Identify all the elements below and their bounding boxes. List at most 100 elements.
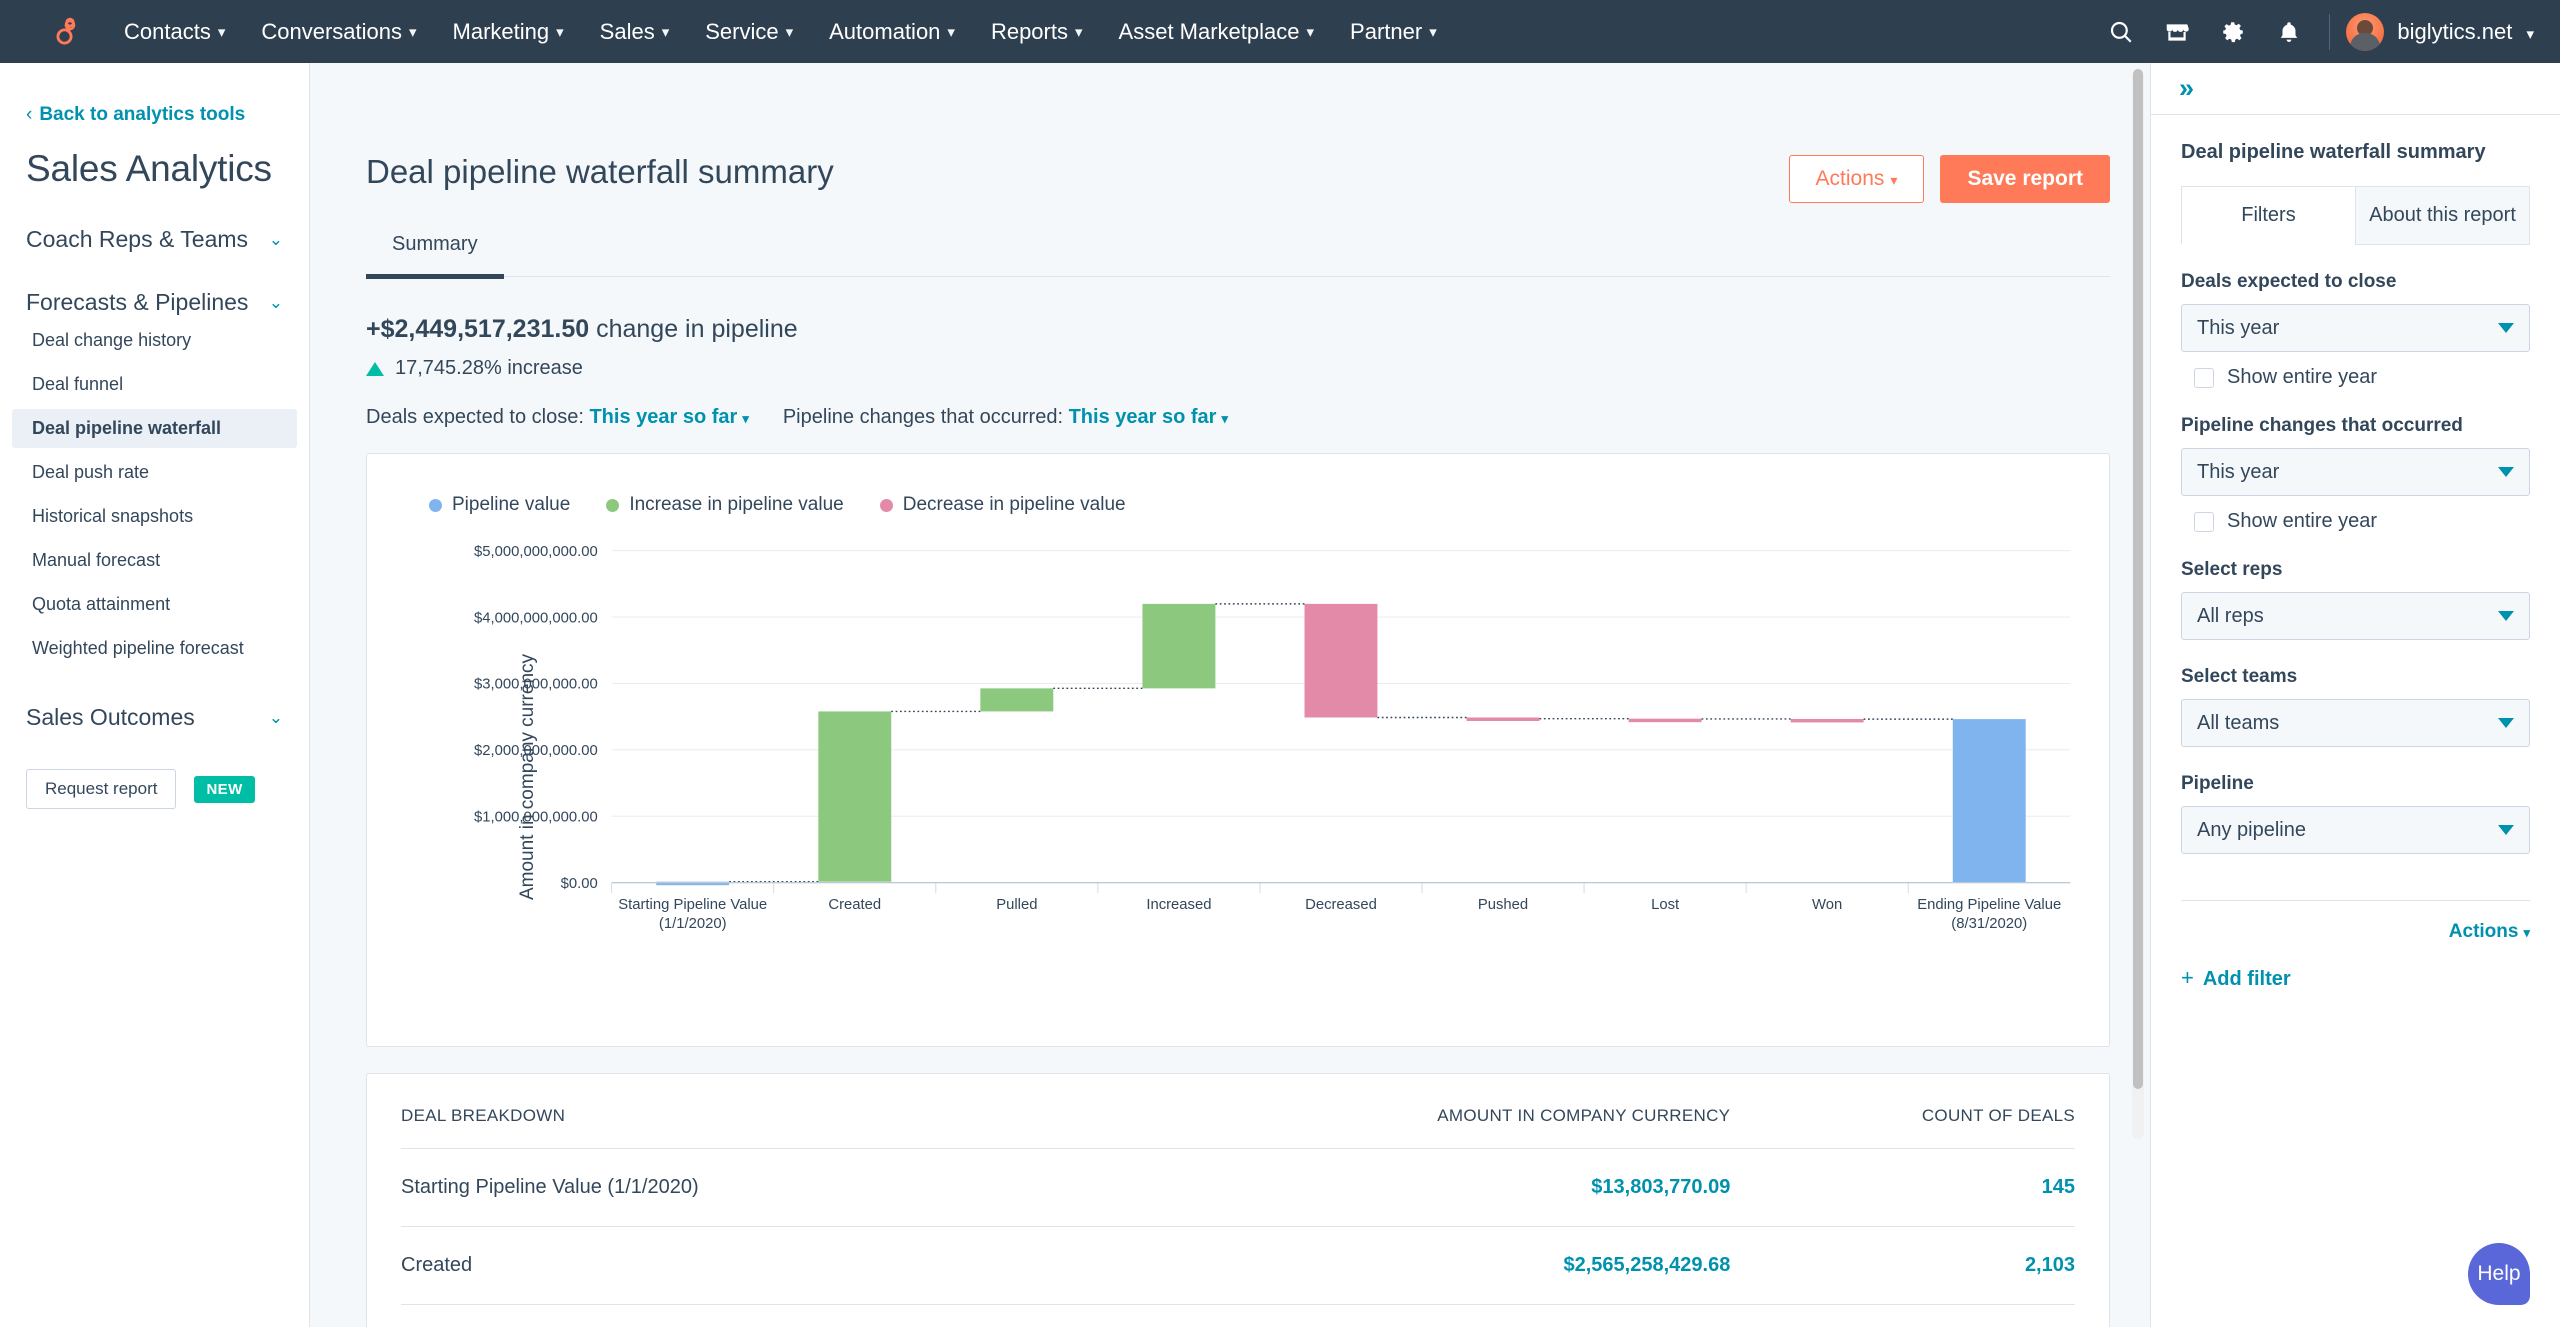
filter-group-pipeline-changes: Pipeline changes that occurred This year… (2181, 415, 2530, 533)
x-axis-tick-label: Starting Pipeline Value (618, 897, 767, 913)
actions-button[interactable]: Actions▾ (1789, 155, 1925, 203)
caret-down-icon (2498, 718, 2514, 728)
tab-filters[interactable]: Filters (2181, 186, 2355, 245)
column-header-deal-breakdown[interactable]: DEAL BREAKDOWN (401, 1074, 1071, 1149)
chart-bar-1[interactable] (818, 711, 891, 881)
back-to-analytics-tools-link[interactable]: ‹ Back to analytics tools (26, 104, 283, 126)
main-scrollbar[interactable] (2132, 69, 2144, 1139)
chart-bar-6[interactable] (1629, 719, 1702, 722)
legend-item-decrease[interactable]: Decrease in pipeline value (880, 494, 1126, 516)
checkbox-icon[interactable] (2194, 512, 2214, 532)
sidebar-item-quota-attainment[interactable]: Quota attainment (12, 585, 297, 624)
waterfall-chart-svg[interactable]: $0.00$1,000,000,000.00$2,000,000,000.00$… (437, 542, 2079, 953)
nav-item-marketing[interactable]: Marketing ▾ (435, 0, 582, 63)
double-chevron-right-icon[interactable]: » (2179, 75, 2194, 102)
cell-count[interactable]: 121 (1730, 1305, 2075, 1327)
show-entire-year-checkbox-row-1[interactable]: Show entire year (2181, 366, 2530, 389)
table-row: Pulled$347,763,214.05121 (401, 1305, 2075, 1327)
hubspot-logo-icon[interactable] (44, 12, 84, 52)
nav-item-service[interactable]: Service ▾ (687, 0, 811, 63)
sidebar-item-historical-snapshots[interactable]: Historical snapshots (12, 497, 297, 536)
cell-amount[interactable]: $2,565,258,429.68 (1071, 1227, 1731, 1305)
chevron-down-icon: ⌄ (269, 231, 283, 248)
nav-item-conversations[interactable]: Conversations ▾ (243, 0, 434, 63)
nav-item-partner[interactable]: Partner ▾ (1332, 0, 1455, 63)
checkbox-label: Show entire year (2227, 510, 2377, 533)
top-navigation-bar: Contacts ▾ Conversations ▾ Marketing ▾ S… (0, 0, 2560, 63)
app-shell: ‹ Back to analytics tools Sales Analytic… (0, 63, 2560, 1327)
sidebar-item-manual-forecast[interactable]: Manual forecast (12, 541, 297, 580)
pipeline-changes-select[interactable]: This year (2181, 448, 2530, 496)
right-filters-panel: » Deal pipeline waterfall summary Filter… (2150, 63, 2560, 1327)
tab-about-this-report[interactable]: About this report (2355, 186, 2530, 245)
show-entire-year-checkbox-row-2[interactable]: Show entire year (2181, 510, 2530, 533)
inline-filter-value[interactable]: This year so far▾ (1069, 406, 1228, 428)
account-menu[interactable]: biglytics.net ▾ (2397, 19, 2534, 45)
filter-group-pipeline: Pipeline Any pipeline (2181, 773, 2530, 854)
checkbox-label: Show entire year (2227, 366, 2377, 389)
sidebar-item-deal-pipeline-waterfall[interactable]: Deal pipeline waterfall (12, 409, 297, 448)
chart-bar-5[interactable] (1467, 717, 1540, 720)
chart-bar-7[interactable] (1791, 719, 1864, 722)
column-header-amount[interactable]: AMOUNT IN COMPANY CURRENCY (1071, 1074, 1731, 1149)
notifications-bell-icon[interactable] (2261, 0, 2317, 63)
chart-bar-3[interactable] (1142, 604, 1215, 688)
panel-actions-row: Actions▾ (2181, 921, 2530, 943)
panel-actions-button[interactable]: Actions▾ (2449, 921, 2530, 942)
request-report-button[interactable]: Request report (26, 769, 176, 809)
search-icon[interactable] (2093, 0, 2149, 63)
nav-item-sales[interactable]: Sales ▾ (582, 0, 688, 63)
chart-bar-4[interactable] (1305, 604, 1378, 718)
table-row: Starting Pipeline Value (1/1/2020)$13,80… (401, 1149, 2075, 1227)
sidebar-item-deal-funnel[interactable]: Deal funnel (12, 365, 297, 404)
select-reps-select[interactable]: All reps (2181, 592, 2530, 640)
sidebar-item-label: Historical snapshots (32, 506, 193, 526)
sidebar-item-deal-push-rate[interactable]: Deal push rate (12, 453, 297, 492)
cell-count[interactable]: 2,103 (1730, 1227, 2075, 1305)
chart-bar-2[interactable] (980, 688, 1053, 711)
inline-filter-value[interactable]: This year so far▾ (589, 406, 748, 428)
cell-amount[interactable]: $347,763,214.05 (1071, 1305, 1731, 1327)
main-scrollbar-thumb[interactable] (2133, 69, 2143, 1089)
save-report-button[interactable]: Save report (1940, 155, 2110, 203)
sidebar-section-sales-outcomes[interactable]: Sales Outcomes ⌄ (26, 704, 283, 731)
panel-actions-label: Actions (2449, 921, 2519, 942)
select-teams-select[interactable]: All teams (2181, 699, 2530, 747)
sidebar-item-weighted-pipeline-forecast[interactable]: Weighted pipeline forecast (12, 629, 297, 668)
report-tabs: Summary (366, 233, 2110, 277)
cell-amount[interactable]: $13,803,770.09 (1071, 1149, 1731, 1227)
main-content: Deal pipeline waterfall summary Actions▾… (310, 63, 2150, 1327)
marketplace-icon[interactable] (2149, 0, 2205, 63)
x-axis-tick-label: Decreased (1305, 897, 1377, 913)
deals-expected-to-close-select[interactable]: This year (2181, 304, 2530, 352)
checkbox-icon[interactable] (2194, 368, 2214, 388)
cell-count[interactable]: 145 (1730, 1149, 2075, 1227)
x-axis-tick-label: (1/1/2020) (659, 916, 727, 932)
legend-item-increase[interactable]: Increase in pipeline value (606, 494, 843, 516)
help-button[interactable]: Help (2468, 1243, 2530, 1305)
sidebar-item-deal-change-history[interactable]: Deal change history (12, 321, 297, 360)
caret-down-icon (2498, 825, 2514, 835)
table-row: Created$2,565,258,429.682,103 (401, 1227, 2075, 1305)
new-badge: NEW (194, 776, 254, 803)
avatar[interactable] (2346, 13, 2384, 51)
sidebar-section-forecasts-pipelines[interactable]: Forecasts & Pipelines ⌄ (26, 289, 283, 316)
legend-item-pipeline-value[interactable]: Pipeline value (429, 494, 570, 516)
pipeline-select[interactable]: Any pipeline (2181, 806, 2530, 854)
nav-item-asset-marketplace[interactable]: Asset Marketplace ▾ (1101, 0, 1333, 63)
nav-item-reports[interactable]: Reports ▾ (973, 0, 1101, 63)
back-link-label: Back to analytics tools (39, 104, 245, 126)
column-header-count[interactable]: COUNT OF DEALS (1730, 1074, 2075, 1149)
report-title: Deal pipeline waterfall summary (366, 153, 834, 191)
panel-divider (2181, 900, 2530, 901)
table-head: DEAL BREAKDOWN AMOUNT IN COMPANY CURRENC… (401, 1074, 2075, 1149)
sidebar-section-coach-reps-teams[interactable]: Coach Reps & Teams ⌄ (26, 226, 283, 253)
y-axis-tick-label: $3,000,000,000.00 (474, 677, 598, 693)
nav-item-contacts[interactable]: Contacts ▾ (106, 0, 243, 63)
tab-summary[interactable]: Summary (366, 233, 504, 279)
table-body: Starting Pipeline Value (1/1/2020)$13,80… (401, 1149, 2075, 1327)
settings-gear-icon[interactable] (2205, 0, 2261, 63)
nav-item-automation[interactable]: Automation ▾ (811, 0, 973, 63)
add-filter-button[interactable]: +Add filter (2181, 965, 2530, 991)
chart-bar-8[interactable] (1953, 719, 2026, 883)
